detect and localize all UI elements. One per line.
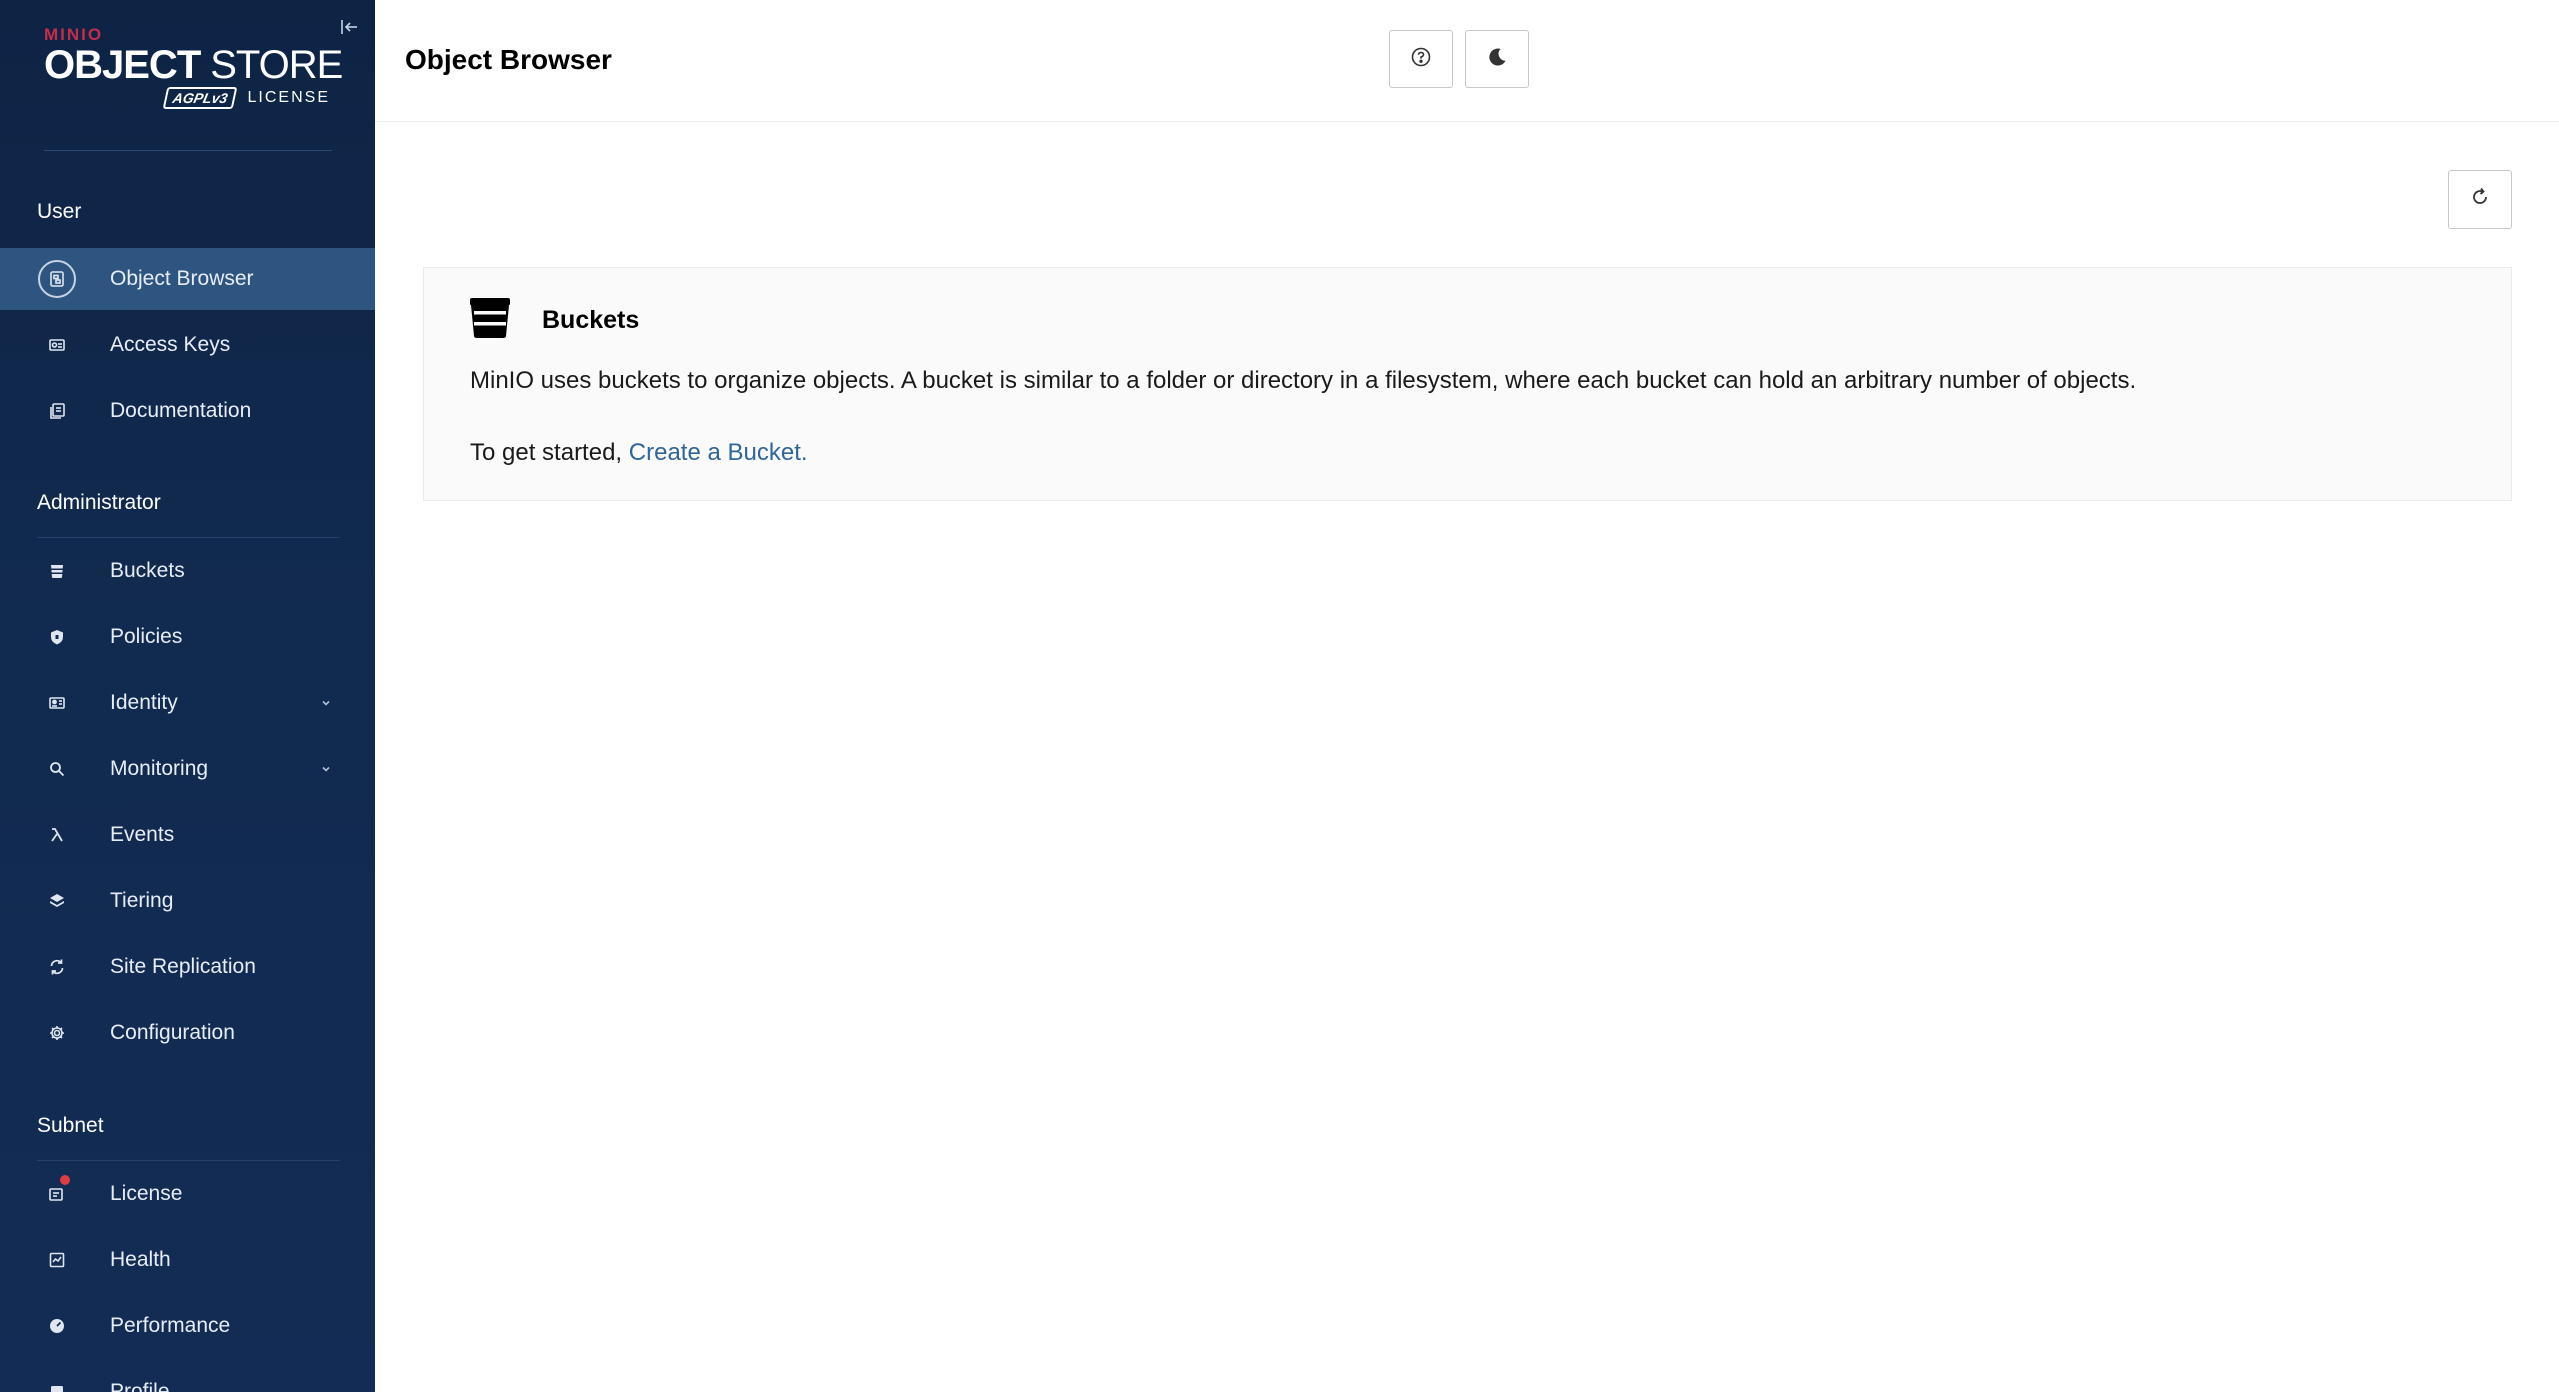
sidebar-item-label: Site Replication bbox=[110, 955, 256, 978]
sidebar-item-performance[interactable]: Performance bbox=[0, 1295, 375, 1357]
sidebar-item-tiering[interactable]: Tiering bbox=[0, 870, 375, 932]
sidebar-item-object-browser[interactable]: Object Browser bbox=[0, 248, 375, 310]
license-icon bbox=[38, 1175, 76, 1213]
sidebar-item-label: Configuration bbox=[110, 1021, 235, 1044]
section-title-administrator: Administrator bbox=[37, 491, 161, 514]
sidebar-item-label: Profile bbox=[110, 1380, 170, 1392]
sidebar-item-label: Policies bbox=[110, 625, 183, 648]
sidebar-item-monitoring[interactable]: Monitoring bbox=[0, 738, 375, 800]
buckets-info-card: Buckets MinIO uses buckets to organize o… bbox=[423, 267, 2512, 501]
refresh-button[interactable] bbox=[2448, 170, 2512, 229]
monitoring-icon bbox=[38, 750, 76, 788]
chevron-down-icon[interactable] bbox=[318, 695, 334, 711]
section-divider bbox=[37, 1160, 340, 1161]
help-icon bbox=[1410, 46, 1432, 73]
card-title: Buckets bbox=[542, 306, 640, 334]
sidebar-item-buckets[interactable]: Buckets bbox=[0, 540, 375, 602]
section-divider bbox=[37, 537, 340, 538]
help-button[interactable] bbox=[1389, 30, 1453, 88]
sidebar-item-label: Health bbox=[110, 1248, 171, 1271]
sidebar-item-site-replication[interactable]: Site Replication bbox=[0, 936, 375, 998]
sidebar: MINIO OBJECT STORE AGPLv3 LICENSE User O… bbox=[0, 0, 375, 1392]
sidebar-item-license[interactable]: License bbox=[0, 1163, 375, 1225]
logo-brand: MINIO bbox=[44, 25, 104, 44]
minio-logo: MINIO OBJECT STORE AGPLv3 LICENSE bbox=[44, 25, 343, 109]
collapse-sidebar-icon[interactable] bbox=[336, 14, 362, 40]
sidebar-item-label: Documentation bbox=[110, 399, 252, 422]
page-header: Object Browser bbox=[375, 0, 2559, 122]
health-icon bbox=[38, 1241, 76, 1279]
lambda-icon bbox=[38, 816, 76, 854]
policies-icon bbox=[38, 618, 76, 656]
sidebar-item-health[interactable]: Health bbox=[0, 1229, 375, 1291]
bucket-icon bbox=[38, 552, 76, 590]
sidebar-item-events[interactable]: Events bbox=[0, 804, 375, 866]
chevron-down-icon[interactable] bbox=[318, 761, 334, 777]
section-title-user: User bbox=[37, 200, 82, 223]
card-description: MinIO uses buckets to organize objects. … bbox=[470, 367, 2137, 394]
refresh-icon bbox=[2469, 186, 2491, 213]
sidebar-item-profile[interactable]: Profile bbox=[0, 1361, 375, 1392]
access-keys-icon bbox=[38, 326, 76, 364]
performance-icon bbox=[38, 1307, 76, 1345]
sidebar-item-label: Buckets bbox=[110, 559, 185, 582]
sidebar-item-label: Performance bbox=[110, 1314, 231, 1337]
sidebar-item-label: License bbox=[110, 1182, 183, 1205]
sidebar-item-label: Access Keys bbox=[110, 333, 231, 356]
sidebar-item-label: Monitoring bbox=[110, 757, 209, 780]
object-browser-icon bbox=[38, 260, 76, 298]
agpl-badge: AGPLv3 bbox=[162, 87, 238, 109]
gear-icon bbox=[38, 1014, 76, 1052]
sidebar-item-label: Events bbox=[110, 823, 175, 846]
moon-icon bbox=[1486, 46, 1508, 73]
section-title-subnet: Subnet bbox=[37, 1114, 104, 1137]
sidebar-item-label: Tiering bbox=[110, 889, 174, 912]
create-bucket-link[interactable]: Create a Bucket. bbox=[629, 439, 808, 466]
sidebar-item-configuration[interactable]: Configuration bbox=[0, 1002, 375, 1064]
get-started-text: To get started, Create a Bucket. bbox=[470, 439, 808, 467]
get-started-prefix: To get started, bbox=[470, 439, 629, 466]
logo-product-light: STORE bbox=[210, 43, 343, 87]
bucket-icon bbox=[468, 296, 512, 340]
sidebar-item-access-keys[interactable]: Access Keys bbox=[0, 314, 375, 376]
sidebar-item-policies[interactable]: Policies bbox=[0, 606, 375, 668]
profile-icon bbox=[38, 1373, 76, 1392]
identity-icon bbox=[38, 684, 76, 722]
sidebar-item-label: Object Browser bbox=[110, 267, 254, 290]
sidebar-item-label: Identity bbox=[110, 691, 178, 714]
tiering-icon bbox=[38, 882, 76, 920]
sidebar-item-documentation[interactable]: Documentation bbox=[0, 380, 375, 442]
notification-dot bbox=[60, 1175, 70, 1185]
page-title: Object Browser bbox=[405, 44, 612, 75]
logo-divider bbox=[44, 150, 332, 151]
logo-license: LICENSE bbox=[247, 89, 330, 106]
site-replication-icon bbox=[38, 948, 76, 986]
logo-product-bold: OBJECT bbox=[44, 43, 201, 87]
documentation-icon bbox=[38, 392, 76, 430]
sidebar-item-identity[interactable]: Identity bbox=[0, 672, 375, 734]
theme-toggle-button[interactable] bbox=[1465, 30, 1529, 88]
